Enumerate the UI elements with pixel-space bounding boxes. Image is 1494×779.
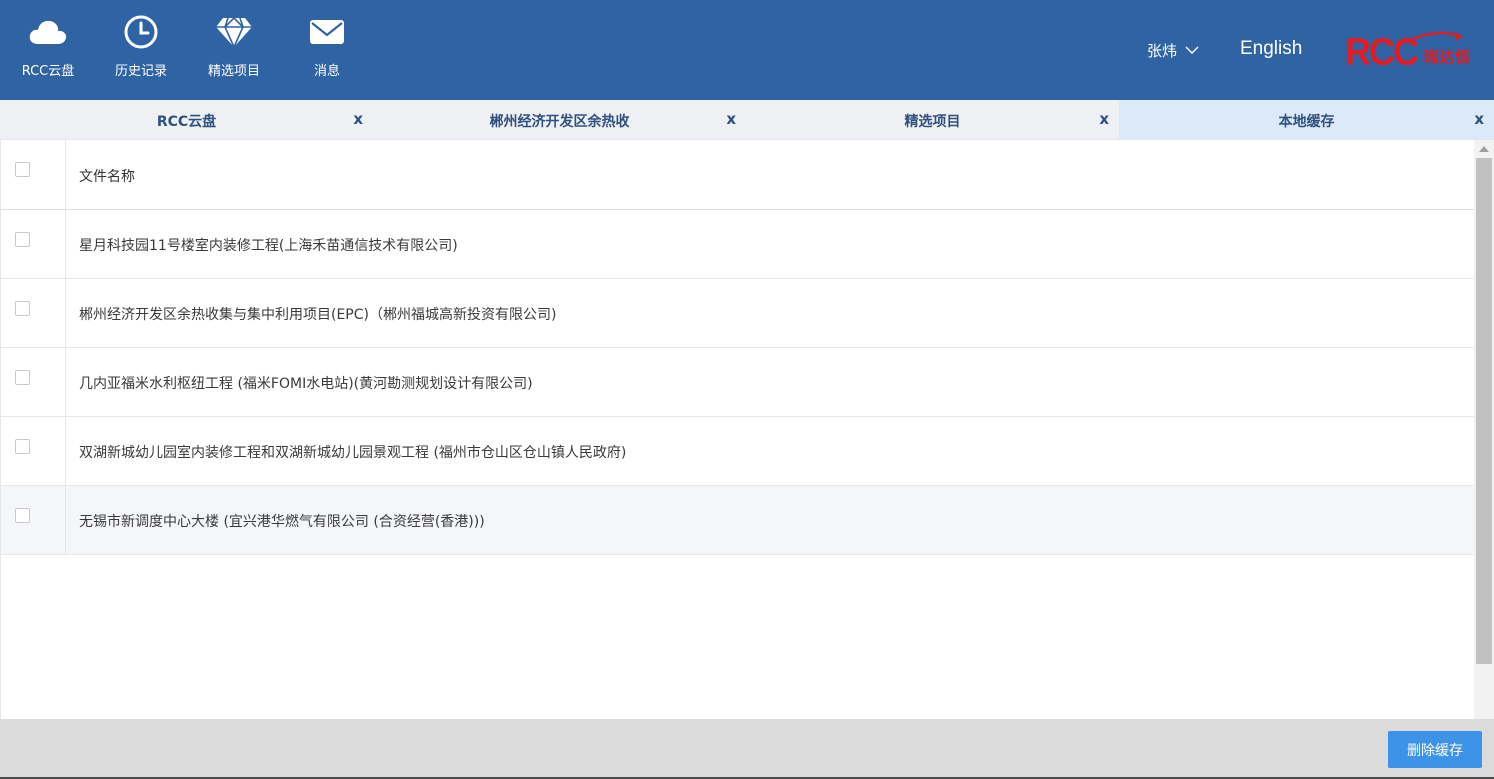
rcc-logo: RCC 瑞达恒 — [1345, 30, 1471, 70]
tab-chenzhou-project[interactable]: 郴州经济开发区余热收 x — [373, 100, 746, 140]
delete-cache-button[interactable]: 删除缓存 — [1388, 731, 1482, 768]
scroll-up-arrow-icon[interactable] — [1479, 146, 1489, 152]
tab-close-button[interactable]: x — [1099, 110, 1109, 128]
language-switch-link[interactable]: English — [1240, 38, 1302, 60]
checkbox-cell — [1, 486, 66, 554]
nav-item-label: RCC云盘 — [21, 64, 75, 79]
checkbox-cell — [1, 279, 66, 347]
checkbox-cell — [1, 210, 66, 278]
footer-bar: 删除缓存 — [0, 719, 1494, 779]
scroll-thumb[interactable] — [1476, 158, 1492, 664]
file-table: 文件名称 星月科技园11号楼室内装修工程(上海禾苗通信技术有限公司) 郴州经济开… — [0, 140, 1475, 719]
checkbox-cell — [1, 140, 66, 209]
top-header: RCC云盘 历史记录 精选项目 消息 张炜 English RCC 瑞达恒 — [0, 0, 1494, 100]
tab-close-button[interactable]: x — [726, 110, 736, 128]
logo-swoosh-icon — [1406, 31, 1463, 44]
mail-icon — [309, 14, 345, 50]
tab-label: 精选项目 — [904, 114, 961, 130]
cloud-icon — [28, 14, 68, 50]
table-header-row: 文件名称 — [1, 140, 1475, 210]
tab-close-button[interactable]: x — [1474, 110, 1484, 128]
row-checkbox[interactable] — [15, 439, 30, 454]
table-row[interactable]: 无锡市新调度中心大楼 (宜兴港华燃气有限公司 (合资经营(香港))) — [1, 486, 1475, 555]
tab-featured-projects[interactable]: 精选项目 x — [746, 100, 1119, 140]
tab-local-cache[interactable]: 本地缓存 x — [1119, 100, 1494, 140]
table-row[interactable]: 郴州经济开发区余热收集与集中利用项目(EPC)（郴州福城高新投资有限公司) — [1, 279, 1475, 348]
tab-label: 本地缓存 — [1278, 114, 1335, 130]
chevron-down-icon — [1185, 46, 1199, 54]
clock-icon — [123, 14, 159, 50]
row-checkbox[interactable] — [15, 370, 30, 385]
file-name[interactable]: 星月科技园11号楼室内装修工程(上海禾苗通信技术有限公司) — [79, 235, 458, 255]
tab-label: 郴州经济开发区余热收 — [489, 114, 630, 130]
user-menu[interactable]: 张炜 — [1147, 40, 1199, 60]
vertical-scrollbar[interactable] — [1474, 140, 1494, 719]
file-name[interactable]: 几内亚福米水利枢纽工程 (福米FOMI水电站)(黄河勘测规划设计有限公司) — [79, 373, 533, 393]
file-name[interactable]: 双湖新城幼儿园室内装修工程和双湖新城幼儿园景观工程 (福州市仓山区仓山镇人民政府… — [79, 442, 626, 462]
nav-item-messages[interactable]: 消息 — [287, 14, 367, 84]
nav-item-history[interactable]: 历史记录 — [101, 14, 181, 84]
row-checkbox[interactable] — [15, 232, 30, 247]
column-header-file-name: 文件名称 — [79, 169, 135, 185]
tab-rcc-cloud[interactable]: RCC云盘 x — [0, 100, 373, 140]
row-checkbox[interactable] — [15, 508, 30, 523]
file-name[interactable]: 无锡市新调度中心大楼 (宜兴港华燃气有限公司 (合资经营(香港))) — [79, 511, 485, 531]
checkbox-cell — [1, 417, 66, 485]
nav-item-label: 精选项目 — [207, 64, 260, 79]
nav-item-label: 历史记录 — [114, 64, 167, 79]
file-name[interactable]: 郴州经济开发区余热收集与集中利用项目(EPC)（郴州福城高新投资有限公司) — [79, 304, 556, 324]
tab-close-button[interactable]: x — [353, 110, 363, 128]
table-row[interactable]: 双湖新城幼儿园室内装修工程和双湖新城幼儿园景观工程 (福州市仓山区仓山镇人民政府… — [1, 417, 1475, 486]
user-name: 张炜 — [1147, 41, 1178, 60]
row-checkbox[interactable] — [15, 301, 30, 316]
select-all-checkbox[interactable] — [15, 162, 30, 177]
checkbox-cell — [1, 348, 66, 416]
tab-strip: RCC云盘 x 郴州经济开发区余热收 x 精选项目 x 本地缓存 x — [0, 100, 1494, 140]
table-row[interactable]: 几内亚福米水利枢纽工程 (福米FOMI水电站)(黄河勘测规划设计有限公司) — [1, 348, 1475, 417]
logo-cn-text: 瑞达恒 — [1423, 48, 1472, 66]
nav-item-featured-projects[interactable]: 精选项目 — [194, 14, 274, 84]
table-row[interactable]: 星月科技园11号楼室内装修工程(上海禾苗通信技术有限公司) — [1, 210, 1475, 279]
nav-item-rcc-cloud[interactable]: RCC云盘 — [8, 14, 88, 84]
tab-label: RCC云盘 — [156, 114, 217, 130]
diamond-icon — [215, 14, 253, 50]
nav-item-label: 消息 — [313, 64, 340, 79]
